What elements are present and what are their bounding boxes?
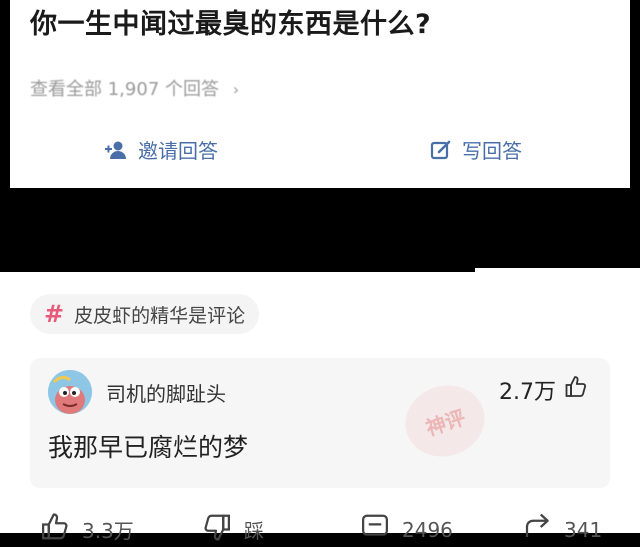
thumbs-up-icon [564,375,588,405]
view-all-prefix: 查看全部 [30,79,102,100]
like-count: 3.3万 [82,519,134,543]
share-button[interactable]: 341 [520,512,602,547]
write-answer-label: 写回答 [462,139,522,163]
comment-count: 2496 [402,517,453,542]
comment-username[interactable]: 司机的脚趾头 [106,378,226,407]
stamp-text: 神评 [422,404,469,441]
dislike-button[interactable]: 踩 [200,512,264,547]
topic-tag[interactable]: # 皮皮虾的精华是评论 [30,294,260,334]
topic-tag-label: 皮皮虾的精华是评论 [74,304,246,327]
comment-text: 我那早已腐烂的梦 [48,433,249,462]
question-card: 你一生中闻过最臭的东西是什么? 查看全部 1,907 个回答 › 邀请回答 写回… [10,0,630,188]
view-all-answers-link[interactable]: 查看全部 1,907 个回答 › [30,75,239,101]
hashtag-icon: # [44,300,65,328]
comment-action-bar: 3.3万 踩 2496 341 [0,512,640,543]
invite-answer-button[interactable]: 邀请回答 [104,135,218,164]
answer-count: 1,907 [107,79,160,100]
question-title[interactable]: 你一生中闻过最臭的东西是什么? [30,2,431,41]
avatar[interactable] [48,370,92,414]
comment-like-count: 2.7万 [499,380,556,405]
share-count: 341 [564,517,603,542]
like-button[interactable]: 3.3万 [38,512,134,547]
answer-suffix: 个回答 [165,79,219,100]
share-icon [520,512,554,547]
add-user-icon [104,140,128,160]
featured-stamp: 神评 [396,375,494,467]
invite-answer-label: 邀请回答 [138,139,218,163]
comment-like-button[interactable]: 2.7万 [499,374,588,406]
dislike-label: 踩 [244,519,264,543]
chevron-right-icon: › [232,80,240,99]
write-answer-button[interactable]: 写回答 [430,135,522,164]
comment-section: # 皮皮虾的精华是评论 司机的脚趾头 神评 2.7万 我那早已腐烂的梦 3.3万… [0,272,640,543]
thumbs-up-icon [38,512,72,547]
featured-comment[interactable]: 司机的脚趾头 神评 2.7万 我那早已腐烂的梦 [30,358,610,488]
comment-button[interactable]: 2496 [358,512,453,547]
comment-icon [358,512,392,547]
thumbs-down-icon [200,512,234,547]
edit-icon [430,139,452,161]
